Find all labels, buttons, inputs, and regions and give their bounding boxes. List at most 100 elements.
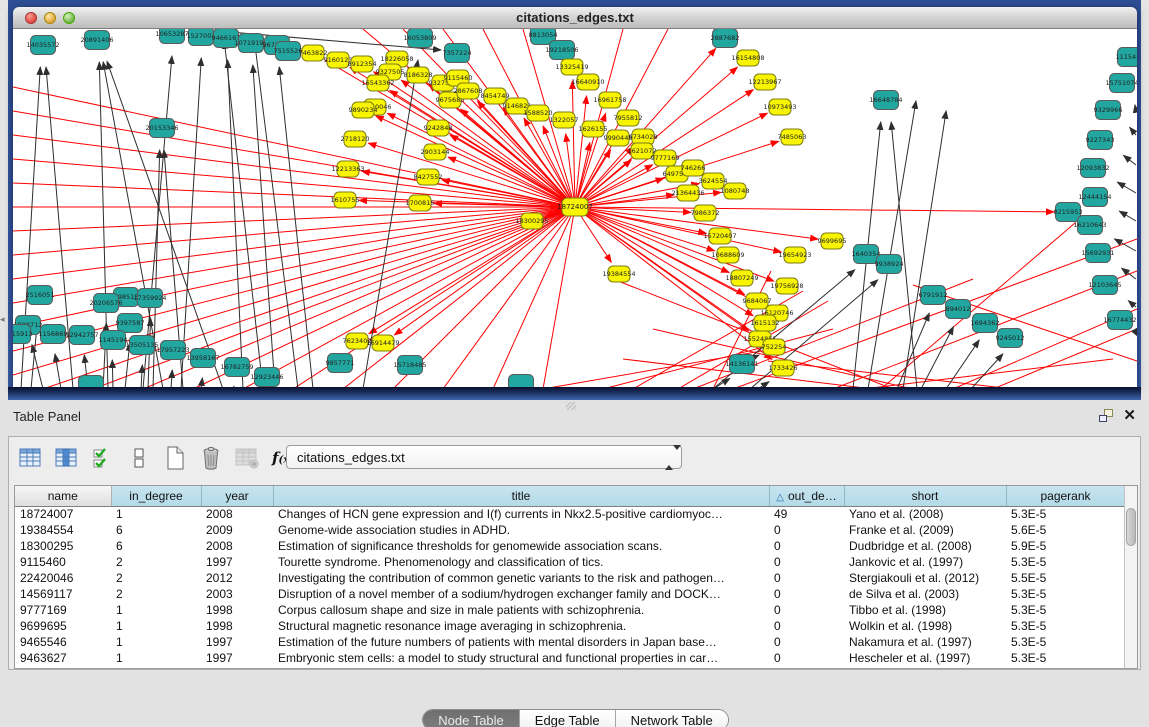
table-cell[interactable]: 1 xyxy=(111,618,201,634)
graph-node-reference[interactable]: 8427552 xyxy=(414,169,443,185)
table-cell[interactable]: Genome-wide association studies in ADHD. xyxy=(273,522,769,538)
graph-node-reference[interactable]: 1615132 xyxy=(751,315,780,331)
column-header-name[interactable]: name xyxy=(15,486,111,506)
table-cell[interactable]: 5.3E-5 xyxy=(1006,634,1125,650)
graph-node-reference[interactable]: 1080748 xyxy=(721,183,750,199)
table-cell[interactable]: 5.3E-5 xyxy=(1006,506,1125,522)
table-cell[interactable]: 2008 xyxy=(201,538,273,554)
table-row[interactable]: 977716911998Corpus callosum shape and si… xyxy=(15,602,1125,618)
table-scrollbar-thumb[interactable] xyxy=(1126,508,1136,546)
table-cell[interactable]: 1997 xyxy=(201,650,273,666)
table-cell[interactable]: 0 xyxy=(769,554,844,570)
table-cell[interactable]: 0 xyxy=(769,570,844,586)
graph-node-cited[interactable]: 3915913 xyxy=(13,325,32,344)
column-header-out_de[interactable]: △out_de… xyxy=(769,486,844,506)
graph-node-cited[interactable]: 12942757 xyxy=(65,326,98,345)
table-cell[interactable]: de Silva et al. (2003) xyxy=(844,586,1006,602)
graph-node-cited[interactable]: 16053809 xyxy=(403,29,436,48)
graph-node-reference[interactable]: 746266 xyxy=(681,160,706,176)
table-cell[interactable]: 5.3E-5 xyxy=(1006,586,1125,602)
table-cell[interactable]: 0 xyxy=(769,538,844,554)
graph-node-cited[interactable]: 6791912 xyxy=(919,286,948,305)
network-canvas[interactable]: 1403557220891406106532871527002946616110… xyxy=(13,29,1137,389)
table-cell[interactable]: 6 xyxy=(111,522,201,538)
table-cell[interactable]: 1 xyxy=(111,650,201,666)
panel-collapse-arrow[interactable]: ◂ xyxy=(0,314,5,325)
table-cell[interactable]: Stergiakouli et al. (2012) xyxy=(844,570,1006,586)
table-cell[interactable]: 1997 xyxy=(201,634,273,650)
graph-node-cited[interactable]: 9329966 xyxy=(1094,101,1123,120)
graph-node-reference[interactable]: 9890234 xyxy=(349,102,378,118)
graph-node-reference[interactable]: 16961758 xyxy=(593,92,626,108)
graph-node-cited[interactable]: 15751074 xyxy=(1105,74,1137,93)
table-row[interactable]: 1938455462009Genome-wide association stu… xyxy=(15,522,1125,538)
table-cell[interactable]: Changes of HCN gene expression and I(f) … xyxy=(273,506,769,522)
select-rows-checklist-icon[interactable] xyxy=(87,443,119,473)
graph-node-reference[interactable]: 10973493 xyxy=(763,99,796,115)
graph-node-cited[interactable]: 20891406 xyxy=(80,31,113,50)
table-cell[interactable]: 9463627 xyxy=(15,650,111,666)
graph-node-cited[interactable]: 2516051 xyxy=(26,286,55,305)
table-cell[interactable]: 0 xyxy=(769,650,844,666)
graph-node-reference[interactable]: 7986372 xyxy=(691,205,720,221)
graph-node-reference[interactable]: 1700815 xyxy=(406,195,435,211)
graph-node-cited[interactable]: 9938924 xyxy=(875,255,904,274)
table-cell[interactable]: 9115460 xyxy=(15,554,111,570)
graph-node-hub[interactable]: 18724007 xyxy=(557,198,593,216)
table-cell[interactable]: Disruption of a novel member of a sodium… xyxy=(273,586,769,602)
graph-node-cited[interactable]: 12923446 xyxy=(250,368,283,387)
graph-node-reference[interactable]: 1610755 xyxy=(331,192,360,208)
table-cell[interactable]: 1998 xyxy=(201,602,273,618)
table-cell[interactable]: 2 xyxy=(111,586,201,602)
table-cell[interactable]: Estimation of significance thresholds fo… xyxy=(273,538,769,554)
graph-node-cited[interactable]: 12103645 xyxy=(1088,276,1121,295)
table-selector[interactable]: citations_edges.txt xyxy=(286,445,682,469)
table-cell[interactable]: 49 xyxy=(769,506,844,522)
table-cell[interactable]: 18300295 xyxy=(15,538,111,554)
graph-node-reference[interactable]: 16154808 xyxy=(731,50,764,66)
graph-node-reference[interactable]: 12213967 xyxy=(748,74,781,90)
graph-node-reference[interactable]: 1588520 xyxy=(524,105,553,121)
graph-node-reference[interactable]: 18807249 xyxy=(725,270,758,286)
table-cell[interactable]: Tourette syndrome. Phenomenology and cla… xyxy=(273,554,769,570)
close-panel-icon[interactable]: ✕ xyxy=(1123,406,1136,424)
table-cell[interactable]: Nakamura et al. (1997) xyxy=(844,634,1006,650)
table-cell[interactable]: 5.3E-5 xyxy=(1006,650,1125,666)
graph-node-cited[interactable]: 9397587 xyxy=(116,314,145,333)
table-cell[interactable]: 5.5E-5 xyxy=(1006,570,1125,586)
graph-node-reference[interactable]: 1322057 xyxy=(550,112,579,128)
table-cell[interactable]: 5.3E-5 xyxy=(1006,618,1125,634)
table-cell[interactable]: 2003 xyxy=(201,586,273,602)
graph-node-cited[interactable]: 16774432 xyxy=(1103,311,1136,330)
graph-node-reference[interactable]: 19654923 xyxy=(778,247,811,263)
graph-node-reference[interactable]: 2718120 xyxy=(341,131,370,147)
table-cell[interactable]: 1998 xyxy=(201,618,273,634)
graph-node-reference[interactable]: 752254 xyxy=(762,339,787,355)
graph-node-reference[interactable]: 19756928 xyxy=(770,278,803,294)
graph-node-reference[interactable]: 12213363 xyxy=(331,161,364,177)
table-cell[interactable]: 2 xyxy=(111,570,201,586)
table-cell[interactable]: 2009 xyxy=(201,522,273,538)
graph-node-cited[interactable]: 17359924 xyxy=(133,289,166,308)
table-cell[interactable]: Tibbo et al. (1998) xyxy=(844,602,1006,618)
attribute-table-settings-icon[interactable] xyxy=(15,443,47,473)
tab-network-table[interactable]: Network Table xyxy=(616,710,728,727)
graph-node-cited[interactable]: 16210643 xyxy=(1073,216,1106,235)
graph-node-cited[interactable]: 14136141 xyxy=(725,355,758,374)
column-header-in_degree[interactable]: in_degree xyxy=(111,486,201,506)
graph-node-cited[interactable]: 13505135 xyxy=(125,336,158,355)
graph-node-cited[interactable]: 16782759 xyxy=(220,358,253,377)
table-row[interactable]: 1830029562008Estimation of significance … xyxy=(15,538,1125,554)
graph-node-reference[interactable]: 9777169 xyxy=(651,150,680,166)
table-cell[interactable]: 14569117 xyxy=(15,586,111,602)
table-cell[interactable]: 19384554 xyxy=(15,522,111,538)
graph-node-reference[interactable]: 7955812 xyxy=(614,110,643,126)
table-cell[interactable]: 5.9E-5 xyxy=(1006,538,1125,554)
table-cell[interactable]: 6 xyxy=(111,538,201,554)
float-panel-icon[interactable] xyxy=(1099,409,1113,422)
table-cell[interactable]: 0 xyxy=(769,618,844,634)
graph-node-cited[interactable]: 15718485 xyxy=(393,356,426,375)
table-row[interactable]: 946554611997Estimation of the future num… xyxy=(15,634,1125,650)
graph-node-reference[interactable]: 8912354 xyxy=(348,56,377,72)
graph-node-cited[interactable]: 13958167 xyxy=(186,349,219,368)
